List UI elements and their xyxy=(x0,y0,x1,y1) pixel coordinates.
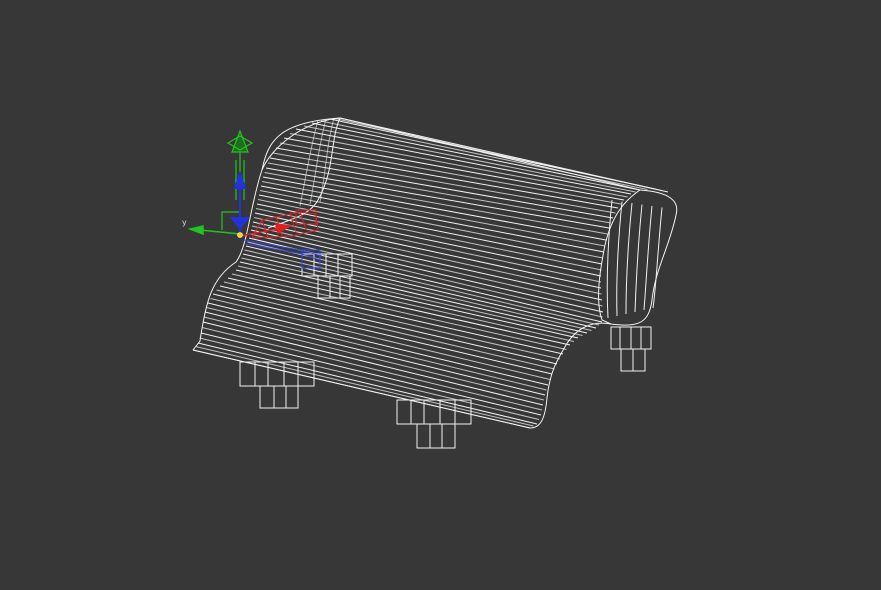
leg-front-left xyxy=(239,361,315,409)
y-axis-label: y xyxy=(182,218,187,227)
wireframe-bench-model[interactable] xyxy=(192,117,678,449)
seat-mesh-line xyxy=(203,316,545,401)
end-cap-rib xyxy=(652,207,663,309)
end-cap-rib xyxy=(634,204,643,313)
seat-mesh-line xyxy=(219,285,558,365)
seat-mesh-line xyxy=(251,225,603,307)
seat-mesh-line xyxy=(207,302,549,386)
seat-mesh-line xyxy=(199,337,540,420)
seat-mesh-line xyxy=(311,122,641,191)
y-axis-handle[interactable] xyxy=(187,225,241,236)
seat-mesh-line xyxy=(197,342,538,425)
end-cap-rib xyxy=(625,202,633,315)
seat-mesh-line xyxy=(239,261,579,339)
left-end-cap xyxy=(261,117,341,229)
seat-mesh-line xyxy=(204,311,546,396)
viewport-canvas[interactable]: y xyxy=(0,0,881,590)
seat-mesh-line xyxy=(216,289,555,370)
end-cap-rib xyxy=(643,205,653,311)
leg-back-right xyxy=(610,326,652,372)
seat-mesh-line xyxy=(201,327,543,411)
end-cap-rib xyxy=(616,201,623,317)
seat-mesh-line xyxy=(260,185,605,253)
seat-mesh-line xyxy=(265,167,610,229)
leg-front-middle xyxy=(396,399,472,449)
seat-mesh-line xyxy=(200,332,542,416)
seat-mesh-line xyxy=(202,321,544,406)
vertical-axis-arrow[interactable] xyxy=(229,171,251,232)
3d-viewport[interactable]: y xyxy=(0,0,881,590)
gizmo-pivot[interactable] xyxy=(237,232,243,238)
seat-mesh-line xyxy=(244,249,592,331)
seat-mesh-line xyxy=(339,117,669,193)
seat-mesh-line xyxy=(295,128,632,195)
